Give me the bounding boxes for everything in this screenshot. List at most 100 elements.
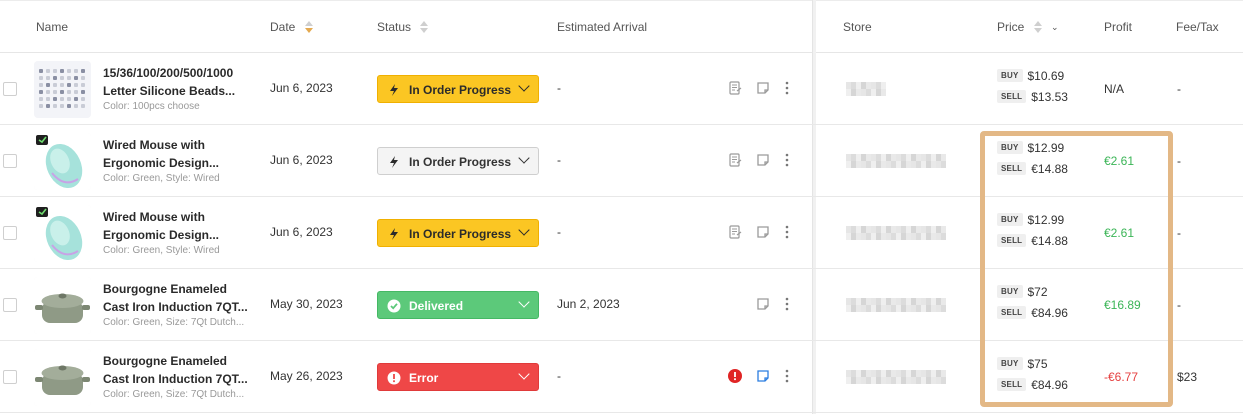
product-name[interactable]: Wired Mouse with Ergonomic Design... <box>103 136 259 172</box>
column-header-status-label: Status <box>377 20 412 34</box>
status-dropdown[interactable]: In Order Progress <box>377 219 539 247</box>
sell-price: SELL €14.88 <box>997 161 1068 177</box>
buy-price-value: $12.99 <box>1027 212 1065 227</box>
column-header-fee-tax: Fee/Tax <box>1176 20 1219 34</box>
fee-tax-value: $23 <box>1177 370 1198 384</box>
table-row[interactable]: Bourgogne Enameled Cast Iron Induction 7Q… <box>0 269 1243 341</box>
table-row[interactable]: 15/36/100/200/500/1000 Letter Silicone Be… <box>0 53 1243 125</box>
chevron-down-icon <box>518 80 530 92</box>
more-options-icon[interactable] <box>783 153 791 167</box>
note-icon[interactable] <box>756 81 770 95</box>
status-label: In Order Progress <box>409 155 512 169</box>
column-header-store: Store <box>843 20 872 34</box>
product-variant: Color: Green, Style: Wired <box>103 245 220 256</box>
column-header-date-label: Date <box>270 20 296 34</box>
more-options-icon[interactable] <box>783 297 791 311</box>
sell-price-value: €84.96 <box>1031 377 1068 392</box>
sell-tag: SELL <box>997 162 1027 176</box>
error-alert-icon[interactable] <box>728 369 742 383</box>
row-checkbox[interactable] <box>3 82 17 96</box>
store-name-redacted <box>846 298 946 312</box>
product-thumbnail[interactable] <box>34 61 91 118</box>
product-name-line2: Letter Silicone Beads... <box>103 84 236 98</box>
estimated-arrival: Jun 2, 2023 <box>557 297 620 311</box>
sell-price: SELL €84.96 <box>997 377 1068 393</box>
row-checkbox[interactable] <box>3 226 17 240</box>
status-dropdown[interactable]: In Order Progress <box>377 147 539 175</box>
chevron-down-icon <box>518 224 530 236</box>
table-row[interactable]: Bourgogne Enameled Cast Iron Induction 7Q… <box>0 341 1243 413</box>
row-checkbox[interactable] <box>3 298 17 312</box>
status-label: Delivered <box>409 299 464 313</box>
column-header-price[interactable]: Price ⌄ <box>997 20 1059 34</box>
status-dropdown[interactable]: Error <box>377 363 539 391</box>
profit-value: €2.61 <box>1104 226 1135 240</box>
invoice-icon[interactable] <box>728 153 742 167</box>
invoice-icon[interactable] <box>728 225 742 239</box>
column-header-date[interactable]: Date <box>270 20 313 34</box>
sell-price: SELL $13.53 <box>997 89 1068 105</box>
row-checkbox[interactable] <box>3 154 17 168</box>
note-icon[interactable] <box>756 153 770 167</box>
store-name-redacted <box>846 226 946 240</box>
product-name[interactable]: Bourgogne Enameled Cast Iron Induction 7Q… <box>103 352 259 388</box>
sort-icon[interactable] <box>1033 20 1042 33</box>
column-header-status[interactable]: Status <box>377 20 429 34</box>
status-dropdown[interactable]: Delivered <box>377 291 539 319</box>
lightning-icon <box>387 227 401 241</box>
sell-price: SELL €84.96 <box>997 305 1068 321</box>
sell-tag: SELL <box>997 306 1027 320</box>
chevron-down-icon[interactable]: ⌄ <box>1051 22 1059 33</box>
product-variant: Color: Green, Style: Wired <box>103 173 220 184</box>
product-thumbnail[interactable] <box>34 277 91 334</box>
profit-value: €16.89 <box>1104 298 1141 312</box>
product-name-line2: Cast Iron Induction 7QT... <box>103 372 248 386</box>
product-name-line1: Bourgogne Enameled <box>103 354 228 368</box>
store-name-redacted <box>846 370 946 384</box>
buy-price-value: $75 <box>1027 356 1048 371</box>
status-dropdown[interactable]: In Order Progress <box>377 75 539 103</box>
buy-tag: BUY <box>997 285 1023 299</box>
product-thumbnail[interactable] <box>34 205 91 262</box>
profit-value: €2.61 <box>1104 154 1135 168</box>
sell-price-value: €14.88 <box>1031 233 1068 248</box>
buy-tag: BUY <box>997 141 1023 155</box>
buy-tag: BUY <box>997 69 1023 83</box>
invoice-icon[interactable] <box>728 81 742 95</box>
store-name-redacted <box>846 82 946 96</box>
status-label: Error <box>409 371 439 385</box>
note-icon[interactable] <box>756 369 770 383</box>
sort-icon[interactable] <box>420 20 429 33</box>
profit-value: N/A <box>1104 82 1125 96</box>
more-options-icon[interactable] <box>783 225 791 239</box>
product-thumbnail[interactable] <box>34 133 91 190</box>
fee-tax-value: - <box>1177 82 1181 96</box>
lightning-icon <box>387 83 401 97</box>
estimated-arrival: - <box>557 225 561 239</box>
buy-price-value: $72 <box>1027 284 1048 299</box>
product-variant: Color: 100pcs choose <box>103 101 200 112</box>
order-date: Jun 6, 2023 <box>270 81 333 95</box>
product-name-line1: 15/36/100/200/500/1000 <box>103 66 234 80</box>
buy-price: BUY $10.69 <box>997 68 1064 84</box>
product-name[interactable]: 15/36/100/200/500/1000 Letter Silicone Be… <box>103 64 259 100</box>
check-circle-icon <box>387 299 401 313</box>
column-header-name: Name <box>36 20 69 34</box>
product-name[interactable]: Bourgogne Enameled Cast Iron Induction 7Q… <box>103 280 259 316</box>
orders-table: Name Date Status Estimated Arrival Store… <box>0 0 1243 414</box>
row-checkbox[interactable] <box>3 370 17 384</box>
product-thumbnail[interactable] <box>34 349 91 406</box>
note-icon[interactable] <box>756 225 770 239</box>
chevron-down-icon <box>518 152 530 164</box>
sell-price-value: €84.96 <box>1031 305 1068 320</box>
note-icon[interactable] <box>756 297 770 311</box>
product-variant: Color: Green, Size: 7Qt Dutch... <box>103 389 245 400</box>
sort-icon[interactable] <box>304 20 313 33</box>
table-row[interactable]: Wired Mouse with Ergonomic Design... Color… <box>0 197 1243 269</box>
table-row[interactable]: Wired Mouse with Ergonomic Design... Color… <box>0 125 1243 197</box>
sell-tag: SELL <box>997 234 1027 248</box>
table-header: Name Date Status Estimated Arrival Store… <box>0 0 1243 53</box>
more-options-icon[interactable] <box>783 369 791 383</box>
product-name[interactable]: Wired Mouse with Ergonomic Design... <box>103 208 259 244</box>
more-options-icon[interactable] <box>783 81 791 95</box>
